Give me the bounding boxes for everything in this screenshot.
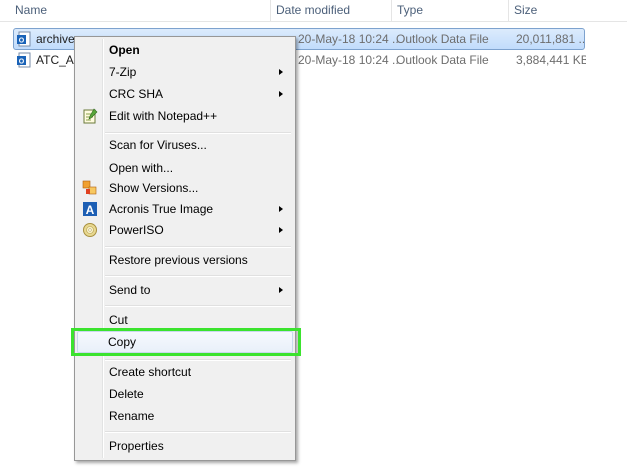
menu-item-label: Show Versions... xyxy=(109,181,199,195)
menu-item-label: Create shortcut xyxy=(109,365,192,379)
outlook-pst-icon: O xyxy=(17,52,31,68)
acronis-icon: A xyxy=(83,202,97,217)
submenu-arrow-icon xyxy=(279,287,283,293)
svg-text:O: O xyxy=(19,38,25,45)
menu-item-label: CRC SHA xyxy=(109,87,164,101)
menu-item-open[interactable]: Open xyxy=(77,39,293,61)
menu-item-label: Delete xyxy=(109,387,144,401)
menu-item-7zip[interactable]: 7-Zip xyxy=(77,61,293,83)
menu-item-label: Acronis True Image xyxy=(109,202,214,216)
menu-separator xyxy=(105,246,291,248)
menu-item-restore-previous[interactable]: Restore previous versions xyxy=(77,249,293,271)
menu-separator xyxy=(105,431,291,433)
file-type: Outlook Data File xyxy=(396,32,489,46)
menu-item-label: Send to xyxy=(109,283,151,297)
show-versions-icon xyxy=(82,180,97,195)
file-size: 3,884,441 KB xyxy=(516,53,586,67)
menu-item-label: Properties xyxy=(109,439,164,453)
menu-item-scan-viruses[interactable]: Scan for Viruses... xyxy=(77,134,293,156)
menu-item-show-versions[interactable]: Show Versions... xyxy=(77,177,293,199)
submenu-arrow-icon xyxy=(279,227,283,233)
menu-item-send-to[interactable]: Send to xyxy=(77,279,293,301)
menu-item-label: Edit with Notepad++ xyxy=(109,109,218,123)
submenu-arrow-icon xyxy=(279,91,283,97)
menu-item-label: Open with... xyxy=(109,161,174,175)
menu-item-label: Restore previous versions xyxy=(109,253,248,267)
copy-highlight-box xyxy=(71,328,301,356)
file-type: Outlook Data File xyxy=(396,53,489,67)
menu-item-label: 7-Zip xyxy=(109,65,137,79)
column-name[interactable]: Name xyxy=(10,0,272,21)
svg-text:O: O xyxy=(19,59,25,66)
submenu-arrow-icon xyxy=(279,206,283,212)
column-header: Name Date modified Type Size xyxy=(0,0,627,22)
column-size[interactable]: Size xyxy=(509,0,627,21)
menu-item-crc-sha[interactable]: CRC SHA xyxy=(77,83,293,105)
menu-item-label: Rename xyxy=(109,409,155,423)
menu-item-acronis[interactable]: A Acronis True Image xyxy=(77,198,293,220)
file-date-modified: 20-May-18 10:24 ... xyxy=(298,53,398,67)
submenu-arrow-icon xyxy=(279,69,283,75)
menu-item-open-with[interactable]: Open with... xyxy=(77,157,293,179)
menu-item-rename[interactable]: Rename xyxy=(77,405,293,427)
menu-item-properties[interactable]: Properties xyxy=(77,435,293,457)
menu-item-poweriso[interactable]: PowerISO xyxy=(77,219,293,241)
menu-item-create-shortcut[interactable]: Create shortcut xyxy=(77,361,293,383)
menu-separator xyxy=(105,275,291,277)
file-date-modified: 20-May-18 10:24 ... xyxy=(298,32,398,46)
notepad-plus-icon xyxy=(83,108,98,124)
file-size: 20,011,881 ... xyxy=(516,32,584,46)
column-type[interactable]: Type xyxy=(392,0,508,21)
menu-item-edit-notepad[interactable]: Edit with Notepad++ xyxy=(77,105,293,127)
menu-separator xyxy=(105,305,291,307)
svg-text:A: A xyxy=(86,203,95,217)
menu-item-label: Scan for Viruses... xyxy=(109,138,207,152)
column-date-modified[interactable]: Date modified xyxy=(271,0,391,21)
menu-item-label: PowerISO xyxy=(109,223,164,237)
menu-item-label: Open xyxy=(109,43,140,57)
outlook-pst-icon: O xyxy=(17,31,31,47)
context-menu: Open 7-Zip CRC SHA Edit with Notepad++ S… xyxy=(74,36,296,461)
poweriso-disc-icon xyxy=(83,223,97,237)
menu-item-delete[interactable]: Delete xyxy=(77,383,293,405)
